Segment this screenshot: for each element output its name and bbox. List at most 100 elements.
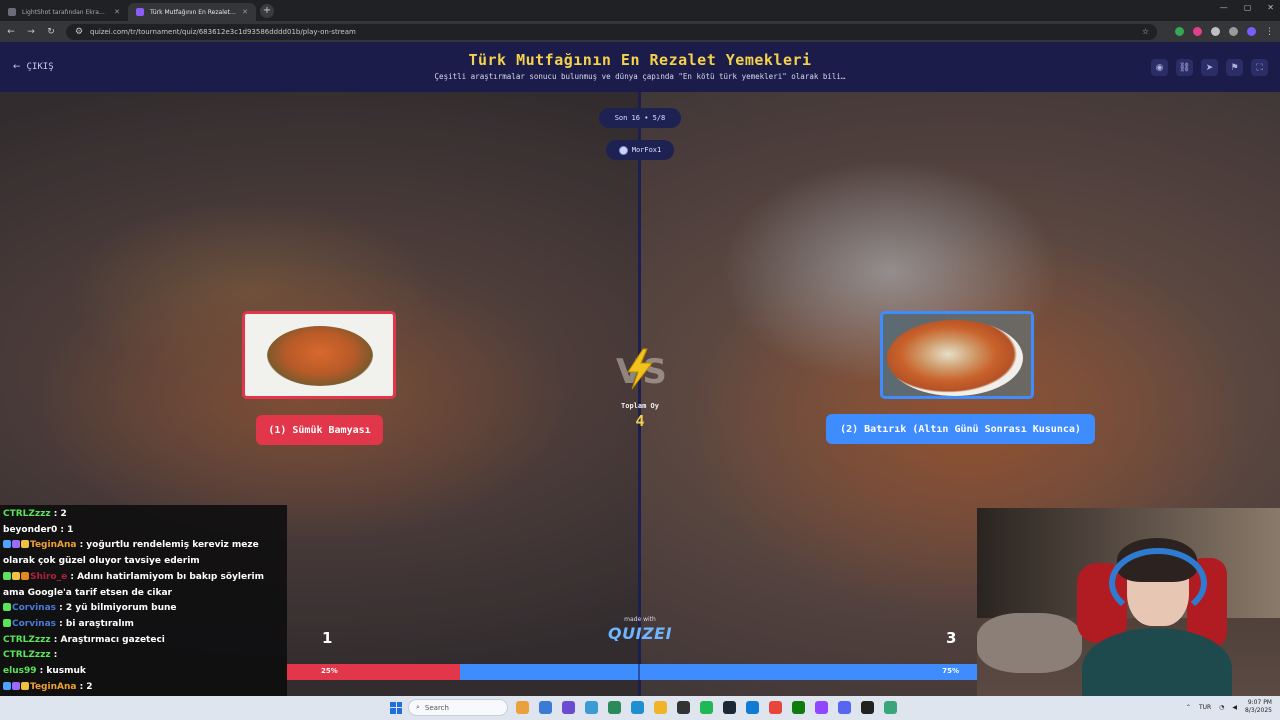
back-icon[interactable]: ←	[6, 27, 16, 37]
browser-tab-active[interactable]: Türk Mutfağının En Rezalet Yem ✕	[128, 3, 256, 21]
left-vote-fill	[287, 664, 460, 680]
chat-text: : 2 yü bilmiyorum bune	[56, 603, 177, 614]
extensions-puzzle-icon[interactable]	[1229, 27, 1238, 36]
chat-username[interactable]: beyonder0	[3, 525, 57, 535]
chat-badges	[3, 617, 12, 633]
badge-icon	[12, 681, 20, 690]
chat-username[interactable]: Corvinas	[12, 619, 56, 629]
app-icon[interactable]	[884, 701, 897, 714]
extension-icon[interactable]	[1175, 27, 1184, 36]
minimize-icon[interactable]: —	[1220, 3, 1228, 12]
chat-message: Corvinas : bi araştıralım	[3, 617, 284, 633]
link-icon[interactable]: ⛓	[1176, 59, 1193, 76]
chat-message: CTRLZzzz :	[3, 648, 284, 664]
badge-icon	[21, 681, 29, 690]
chat-badges	[3, 570, 30, 586]
left-percent: 25%	[321, 667, 338, 675]
right-option-button[interactable]: (2) Batırık (Altın Günü Sonrası Kusunca)	[826, 414, 1095, 444]
address-bar[interactable]: ⚙ quizei.com/tr/tournament/quiz/683612e3…	[66, 23, 1157, 40]
edge-icon[interactable]	[746, 701, 759, 714]
right-percent: 75%	[942, 667, 959, 675]
total-votes-value: 4	[635, 412, 645, 430]
close-icon[interactable]: ✕	[114, 8, 120, 16]
chat-username[interactable]: TeginAna	[30, 682, 76, 692]
chat-username[interactable]: CTRLZzzz	[3, 650, 51, 660]
bookmark-star-icon[interactable]: ☆	[1142, 27, 1149, 36]
left-option-image[interactable]	[242, 311, 396, 399]
chat-text: : bi araştıralım	[56, 618, 134, 629]
chat-message: beyonder0 : 1	[3, 523, 284, 539]
player-badge: MorFox1	[606, 140, 674, 160]
windows-start-icon[interactable]	[390, 701, 402, 714]
send-icon[interactable]: ➤	[1201, 59, 1218, 76]
page-title: Türk Mutfağının En Rezalet Yemekleri	[468, 51, 812, 69]
system-tray: ⌃ TUR ◔ ◀ 9:07 PM 8/3/2025	[1186, 699, 1272, 715]
chat-username[interactable]: CTRLZzzz	[3, 509, 51, 519]
extensions-area: ⋮	[1175, 27, 1274, 37]
fullscreen-icon[interactable]: ⛶	[1251, 59, 1268, 76]
chat-username[interactable]: Corvinas	[12, 603, 56, 613]
language-indicator[interactable]: TUR	[1199, 704, 1211, 711]
reload-icon[interactable]: ↻	[46, 27, 56, 37]
app-icon[interactable]	[677, 701, 690, 714]
taskbar-search[interactable]: ⌕ Search	[408, 699, 508, 716]
maximize-icon[interactable]: ▢	[1244, 3, 1252, 12]
close-window-icon[interactable]: ✕	[1267, 3, 1274, 12]
right-option-image[interactable]	[880, 311, 1034, 399]
chat-badges	[3, 538, 30, 554]
discord-icon[interactable]	[838, 701, 851, 714]
header-actions: ◉ ⛓ ➤ ⚑ ⛶	[1151, 59, 1268, 76]
forward-icon[interactable]: →	[26, 27, 36, 37]
chat-username[interactable]: Shiro_e	[30, 572, 67, 582]
chat-message: CTRLZzzz : Araştırmacı gazeteci	[3, 633, 284, 649]
menu-dots-icon[interactable]: ⋮	[1265, 27, 1274, 37]
app-icon[interactable]	[585, 701, 598, 714]
chat-text: :	[50, 650, 58, 661]
chat-username[interactable]: TeginAna	[30, 540, 76, 550]
badge-icon	[12, 540, 20, 549]
chrome-icon[interactable]	[769, 701, 782, 714]
badge-icon	[3, 681, 11, 690]
close-icon[interactable]: ✕	[242, 8, 248, 16]
page-subtitle: Çeşitli araştırmalar sonucu bulunmuş ve …	[434, 72, 846, 81]
quiz-header: ← ÇIKIŞ Türk Mutfağının En Rezalet Yemek…	[0, 42, 1280, 92]
clock[interactable]: 9:07 PM 8/3/2025	[1245, 699, 1272, 715]
quizei-logo: QUIZEI	[607, 624, 673, 643]
url-text[interactable]: quizei.com/tr/tournament/quiz/683612e3c1…	[90, 28, 1136, 36]
clock-time: 9:07 PM	[1247, 699, 1272, 706]
spotify-icon[interactable]	[700, 701, 713, 714]
steam-icon[interactable]	[723, 701, 736, 714]
chat-username[interactable]: elus99	[3, 666, 36, 676]
profile-avatar[interactable]	[1247, 27, 1256, 36]
chat-message: elus99 : kusmuk	[3, 664, 284, 680]
app-icon[interactable]	[539, 701, 552, 714]
xbox-icon[interactable]	[792, 701, 805, 714]
chevron-up-icon[interactable]: ⌃	[1186, 704, 1191, 711]
eye-icon[interactable]: ◉	[1151, 59, 1168, 76]
browser-tab[interactable]: LightShot tarafından Ekran Gör ✕	[0, 3, 128, 21]
extension-icon[interactable]	[1193, 27, 1202, 36]
new-tab-button[interactable]: +	[260, 3, 274, 18]
app-icon[interactable]	[815, 701, 828, 714]
chat-username[interactable]: CTRLZzzz	[3, 635, 51, 645]
badge-icon	[3, 571, 11, 580]
app-icon[interactable]	[631, 701, 644, 714]
folder-icon[interactable]	[654, 701, 667, 714]
badge-icon	[12, 571, 20, 580]
extension-icon[interactable]	[1211, 27, 1220, 36]
tab-title: LightShot tarafından Ekran Gör	[22, 8, 109, 16]
chat-text: : 1	[57, 524, 74, 535]
flag-icon[interactable]: ⚑	[1226, 59, 1243, 76]
browser-toolbar: ← → ↻ ⚙ quizei.com/tr/tournament/quiz/68…	[0, 21, 1280, 42]
volume-icon[interactable]: ◀	[1232, 704, 1237, 711]
chat-message: Shiro_e : Adını hatirlamiyom bı bakıp sö…	[3, 570, 284, 601]
app-icon[interactable]	[516, 701, 529, 714]
site-info-icon[interactable]: ⚙	[74, 27, 84, 37]
obs-icon[interactable]	[861, 701, 874, 714]
network-icon[interactable]: ◔	[1219, 704, 1224, 711]
webcam-feed	[977, 508, 1280, 696]
left-option-button[interactable]: (1) Sümük Bamyası	[256, 415, 383, 445]
app-icon[interactable]	[562, 701, 575, 714]
app-icon[interactable]	[608, 701, 621, 714]
avatar	[618, 145, 628, 155]
